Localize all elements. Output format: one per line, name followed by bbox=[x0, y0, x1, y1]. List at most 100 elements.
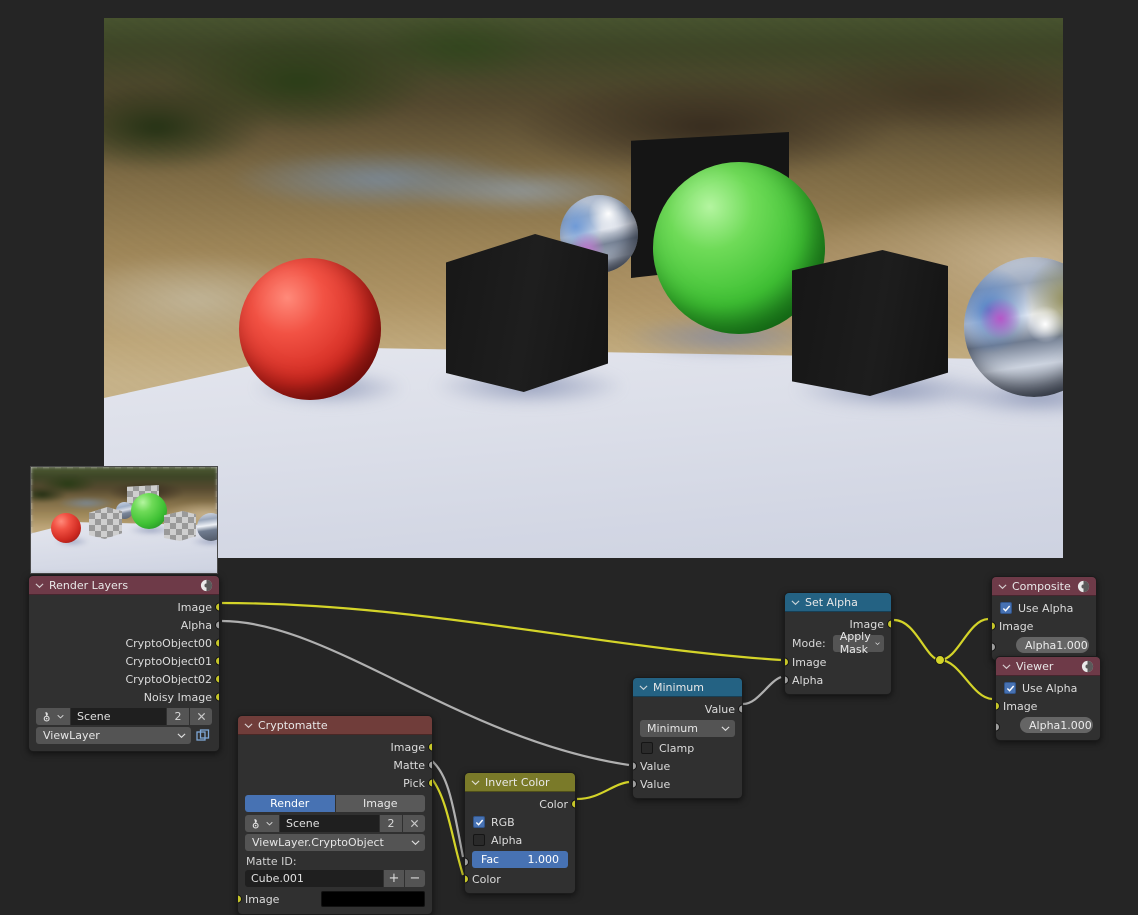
rgb-checkbox-row[interactable]: RGB bbox=[465, 813, 575, 831]
socket-alpha-in[interactable] bbox=[996, 722, 1000, 732]
source-tab-render[interactable]: Render bbox=[245, 795, 335, 812]
minimum-header[interactable]: Minimum bbox=[633, 678, 742, 697]
node-cryptomatte[interactable]: Cryptomatte Image Matte Pick Render Imag… bbox=[237, 715, 433, 915]
alpha-checkbox[interactable] bbox=[473, 834, 485, 846]
socket-matte-out[interactable] bbox=[428, 760, 432, 770]
matte-id-remove-button[interactable]: − bbox=[405, 870, 425, 887]
cryptomatte-header[interactable]: Cryptomatte bbox=[238, 716, 432, 735]
socket-row-noisy-image[interactable]: Noisy Image bbox=[29, 688, 219, 706]
socket-row-color-out[interactable]: Color bbox=[465, 795, 575, 813]
socket-fac-in[interactable] bbox=[465, 857, 469, 867]
socket-cryptoobject02-out[interactable] bbox=[215, 674, 219, 684]
use-alpha-checkbox[interactable] bbox=[1000, 602, 1012, 614]
socket-alpha-in[interactable] bbox=[992, 642, 996, 652]
alpha-slider[interactable]: Alpha 1.000 bbox=[1020, 717, 1093, 733]
socket-cryptoobject01-out[interactable] bbox=[215, 656, 219, 666]
socket-color-out[interactable] bbox=[571, 799, 575, 809]
scene-name-field[interactable]: Scene bbox=[71, 708, 166, 725]
socket-value-in-2[interactable] bbox=[633, 779, 637, 789]
socket-image-in[interactable] bbox=[996, 701, 1000, 711]
node-set-alpha[interactable]: Set Alpha Image Mode: Apply Mask Image A… bbox=[784, 592, 892, 695]
view-layer-dropdown[interactable]: ViewLayer bbox=[36, 727, 191, 744]
node-invert-color[interactable]: Invert Color Color RGB Alpha Fac 1.000 C… bbox=[464, 772, 576, 894]
scene-unlink-button[interactable] bbox=[190, 708, 212, 725]
use-alpha-row[interactable]: Use Alpha bbox=[996, 679, 1100, 697]
clamp-checkbox-row[interactable]: Clamp bbox=[633, 739, 742, 757]
scene-name-field[interactable]: Scene bbox=[280, 815, 379, 832]
node-minimum[interactable]: Minimum Value Minimum Clamp Value Value bbox=[632, 677, 743, 799]
socket-row-image-in[interactable]: Image bbox=[996, 697, 1100, 715]
node-render-layers[interactable]: Render Layers Image Alpha CryptoObject00… bbox=[28, 575, 220, 752]
socket-row-cryptoobject00[interactable]: CryptoObject00 bbox=[29, 634, 219, 652]
matte-id-row[interactable]: Cube.001 + − bbox=[245, 870, 425, 887]
node-composite[interactable]: Composite Use Alpha Image Alpha 1.000 bbox=[991, 576, 1097, 661]
view-layer-selector-row[interactable]: ViewLayer bbox=[36, 727, 212, 744]
socket-row-alpha-in[interactable]: Alpha bbox=[785, 671, 891, 689]
source-toggle-group[interactable]: Render Image bbox=[245, 795, 425, 812]
set-alpha-header[interactable]: Set Alpha bbox=[785, 593, 891, 612]
mode-dropdown[interactable]: Apply Mask bbox=[832, 630, 884, 656]
scene-unlink-button[interactable] bbox=[403, 815, 425, 832]
socket-pick-out[interactable] bbox=[428, 778, 432, 788]
scene-users-count[interactable]: 2 bbox=[380, 815, 402, 832]
scene-icon[interactable] bbox=[36, 708, 70, 725]
use-alpha-row[interactable]: Use Alpha bbox=[992, 599, 1096, 617]
alpha-slider[interactable]: Alpha 1.000 bbox=[1016, 637, 1089, 653]
invert-color-header[interactable]: Invert Color bbox=[465, 773, 575, 792]
viewer-header[interactable]: Viewer bbox=[996, 657, 1100, 676]
chevron-down-icon[interactable] bbox=[791, 598, 800, 607]
socket-color-in[interactable] bbox=[465, 874, 469, 884]
socket-alpha-out[interactable] bbox=[215, 620, 219, 630]
socket-image-in[interactable] bbox=[992, 621, 996, 631]
socket-image-out[interactable] bbox=[428, 742, 432, 752]
socket-row-value-out[interactable]: Value bbox=[633, 700, 742, 718]
socket-noisy-image-out[interactable] bbox=[215, 692, 219, 702]
image-input-swatch[interactable] bbox=[321, 891, 425, 907]
chevron-down-icon[interactable] bbox=[639, 683, 648, 692]
socket-row-value-in-1[interactable]: Value bbox=[633, 757, 742, 775]
socket-row-image-in[interactable]: Image bbox=[238, 889, 432, 909]
matte-id-input[interactable]: Cube.001 bbox=[245, 870, 383, 887]
socket-row-image-out[interactable]: Image bbox=[238, 738, 432, 756]
scene-users-count[interactable]: 2 bbox=[167, 708, 189, 725]
socket-row-color-in[interactable]: Color bbox=[465, 870, 575, 888]
crypto-layer-dropdown[interactable]: ViewLayer.CryptoObject bbox=[245, 834, 425, 851]
socket-row-alpha[interactable]: Alpha bbox=[29, 616, 219, 634]
operation-dropdown[interactable]: Minimum bbox=[640, 720, 735, 737]
matte-id-add-button[interactable]: + bbox=[384, 870, 404, 887]
crypto-layer-selector-row[interactable]: ViewLayer.CryptoObject bbox=[245, 834, 425, 851]
socket-image-out[interactable] bbox=[215, 602, 219, 612]
mode-row[interactable]: Mode: Apply Mask bbox=[785, 630, 891, 656]
socket-row-cryptoobject01[interactable]: CryptoObject01 bbox=[29, 652, 219, 670]
socket-image-out[interactable] bbox=[887, 619, 891, 629]
socket-row-image[interactable]: Image bbox=[29, 598, 219, 616]
socket-value-out[interactable] bbox=[738, 704, 742, 714]
scene-icon[interactable] bbox=[245, 815, 279, 832]
socket-value-in-1[interactable] bbox=[633, 761, 637, 771]
node-viewer[interactable]: Viewer Use Alpha Image Alpha 1.000 bbox=[995, 656, 1101, 741]
socket-row-cryptoobject02[interactable]: CryptoObject02 bbox=[29, 670, 219, 688]
socket-cryptoobject00-out[interactable] bbox=[215, 638, 219, 648]
socket-row-value-in-2[interactable]: Value bbox=[633, 775, 742, 793]
clamp-checkbox[interactable] bbox=[641, 742, 653, 754]
composite-header[interactable]: Composite bbox=[992, 577, 1096, 596]
socket-image-in[interactable] bbox=[785, 657, 789, 667]
chevron-down-icon[interactable] bbox=[1002, 662, 1011, 671]
chevron-down-icon[interactable] bbox=[35, 581, 44, 590]
rgb-checkbox[interactable] bbox=[473, 816, 485, 828]
socket-row-pick-out[interactable]: Pick bbox=[238, 774, 432, 792]
socket-row-image-in[interactable]: Image bbox=[785, 653, 891, 671]
render-layers-header[interactable]: Render Layers bbox=[29, 576, 219, 595]
operation-selector-row[interactable]: Minimum bbox=[640, 720, 735, 737]
scene-selector-row[interactable]: Scene 2 bbox=[36, 708, 212, 725]
socket-row-matte-out[interactable]: Matte bbox=[238, 756, 432, 774]
scene-selector-row[interactable]: Scene 2 bbox=[245, 815, 425, 832]
view-layer-new-button[interactable] bbox=[193, 727, 212, 744]
source-tab-image[interactable]: Image bbox=[335, 795, 425, 812]
socket-row-image-in[interactable]: Image bbox=[992, 617, 1096, 635]
socket-image-in[interactable] bbox=[238, 894, 242, 904]
chevron-down-icon[interactable] bbox=[244, 721, 253, 730]
use-alpha-checkbox[interactable] bbox=[1004, 682, 1016, 694]
fac-slider[interactable]: Fac 1.000 bbox=[472, 851, 568, 868]
chevron-down-icon[interactable] bbox=[471, 778, 480, 787]
